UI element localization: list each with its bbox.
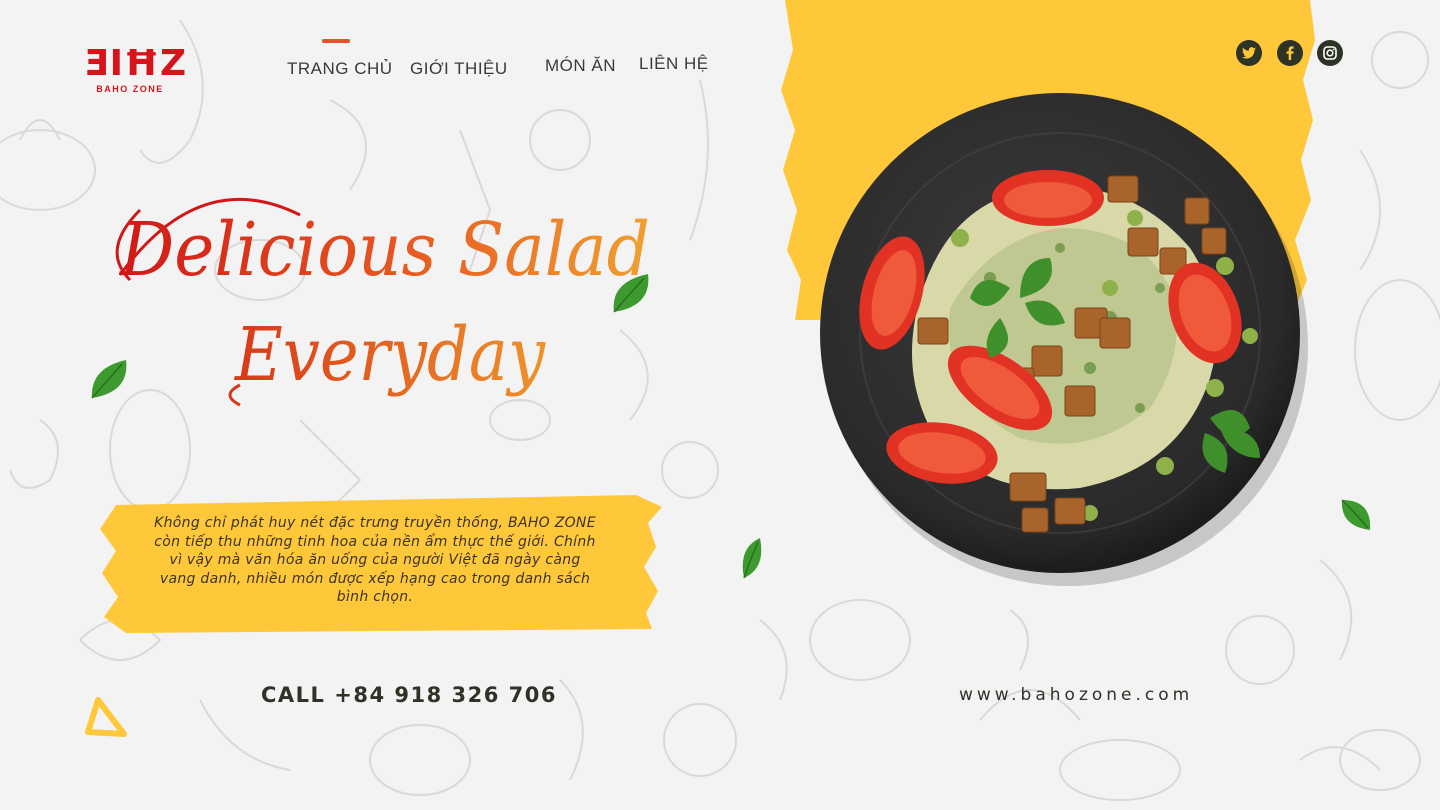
headline-line2: Everyday <box>233 312 546 398</box>
instagram-icon[interactable] <box>1317 40 1343 66</box>
nav-item-contact[interactable]: LIÊN HỆ <box>639 54 709 74</box>
leaf-icon <box>613 274 649 313</box>
nav-item-dishes[interactable]: MÓN ĂN <box>545 56 616 76</box>
nav-active-indicator <box>322 39 350 43</box>
hero-description: Không chỉ phát huy nét đặc trưng truyền … <box>154 515 596 605</box>
headline-line1: Delicious Salad <box>118 207 650 293</box>
leaf-icon <box>91 360 127 399</box>
logo-subtitle: BAHO ZONE <box>96 84 164 94</box>
website-link[interactable]: www.bahozone.com <box>959 685 1193 705</box>
leaf-icon <box>742 538 762 579</box>
hero-headline: Delicious Salad Everyday <box>115 197 650 407</box>
logo-mark: ƎIĦZ <box>84 43 188 84</box>
salad-plate-image <box>820 93 1308 586</box>
triangle-decoration <box>85 697 127 737</box>
nav-item-home[interactable]: TRANG CHỦ <box>287 59 393 79</box>
call-phone-link[interactable]: CALL +84 918 326 706 <box>261 683 557 707</box>
twitter-icon[interactable] <box>1236 40 1262 66</box>
nav-item-about[interactable]: GIỚI THIỆU <box>410 59 508 79</box>
facebook-icon[interactable] <box>1277 40 1303 66</box>
baho-zone-logo[interactable]: ƎIĦZ BAHO ZONE <box>84 43 188 100</box>
leaf-icon <box>1341 499 1371 530</box>
